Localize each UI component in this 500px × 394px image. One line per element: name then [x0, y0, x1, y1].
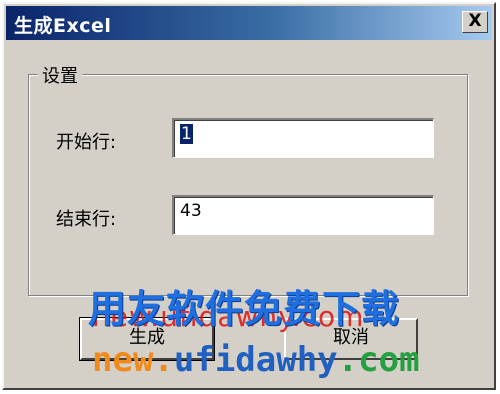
settings-groupbox — [28, 74, 468, 296]
end-row-input[interactable]: 43 — [172, 195, 434, 235]
start-row-input[interactable]: 1 — [172, 118, 434, 158]
title-bar[interactable]: 生成Excel X — [6, 6, 492, 40]
window-title: 生成Excel — [14, 15, 112, 37]
start-row-value: 1 — [180, 124, 193, 144]
close-icon: X — [468, 11, 482, 31]
end-row-value: 43 — [180, 201, 202, 221]
watermark-bottom-url: new.ufidawhy.com — [92, 340, 420, 380]
watermark-blue-text: 用友软件免费下载 — [88, 287, 401, 331]
start-row-label: 开始行: — [56, 132, 117, 153]
close-button[interactable]: X — [462, 11, 488, 33]
watermark-bottom-part3: .com — [337, 340, 420, 380]
watermark-bottom-part2: ufidawhy — [173, 340, 338, 380]
settings-group-legend: 设置 — [38, 62, 82, 88]
watermark-bottom-part1: new. — [92, 340, 174, 380]
end-row-label: 结束行: — [56, 209, 117, 230]
